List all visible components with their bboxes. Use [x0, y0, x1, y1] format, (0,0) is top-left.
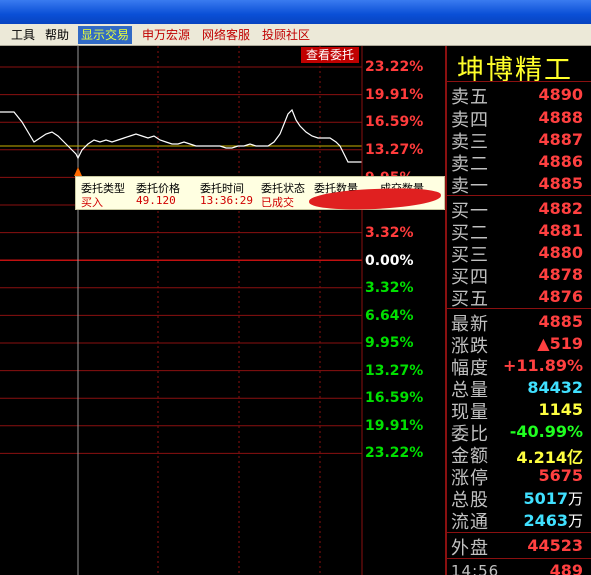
total-volume-value: 84432	[527, 378, 583, 397]
ask-row[interactable]: 卖二 4886	[449, 150, 589, 175]
bid-row[interactable]: 买三 4880	[449, 241, 589, 266]
axis-label: 6.64%	[365, 308, 414, 324]
menu-advisor-community[interactable]: 投顾社区	[259, 26, 313, 44]
axis-label: 19.91%	[365, 418, 424, 434]
total-volume-row: 总量 84432	[449, 376, 589, 401]
outer-disk-row: 外盘 44523	[449, 534, 589, 559]
order-type-value: 买入	[81, 196, 103, 209]
order-tooltip: 委托类型 委托价格 委托时间 委托状态 委托数量 成交数量 买入 49.120 …	[75, 176, 445, 212]
quote-panel: 坤博精工 卖五 4890 卖四 4888 卖三 4887 卖二 4886 卖一 4885 …	[445, 46, 591, 575]
view-orders-button[interactable]: 查看委托	[301, 47, 359, 63]
menu-help[interactable]: 帮助	[42, 26, 72, 44]
outer-disk-value: 44523	[527, 536, 583, 555]
bid-price: 4878	[538, 265, 583, 284]
ask-price: 4885	[538, 174, 583, 193]
tick-time: 14:56	[451, 562, 500, 575]
pct-change-row: 幅度 +11.89%	[449, 354, 589, 379]
current-volume-row: 现量 1145	[449, 398, 589, 423]
total-shares-value: 5017万	[523, 489, 583, 508]
axis-label: 16.59%	[365, 114, 424, 130]
order-status-value: 已成交	[261, 196, 294, 209]
latest-price-row: 最新 4885	[449, 310, 589, 335]
ask-price: 4888	[538, 108, 583, 127]
limit-up-row: 涨停 5675	[449, 464, 589, 489]
intraday-chart[interactable]: 查看委托 23.22% 19.91% 16.59% 13.27% 9.95% 6…	[0, 46, 445, 575]
ask-row[interactable]: 卖一 4885	[449, 172, 589, 197]
axis-label: 13.27%	[365, 363, 424, 379]
axis-label: 3.32%	[365, 280, 414, 296]
window-title-bar	[0, 0, 591, 24]
menu-shenwan-hongyuan[interactable]: 申万宏源	[139, 26, 193, 44]
axis-label: 13.27%	[365, 142, 424, 158]
limit-up-value: 5675	[538, 466, 583, 485]
float-shares-row: 流通 2463万	[449, 508, 589, 533]
tick-row: 14:56 489	[449, 559, 589, 575]
ask-price: 4886	[538, 152, 583, 171]
bid-row[interactable]: 买一 4882	[449, 197, 589, 222]
menu-online-service[interactable]: 网络客服	[199, 26, 253, 44]
axis-label: 16.59%	[365, 390, 424, 406]
order-marker-icon[interactable]	[74, 167, 82, 176]
order-ratio-row: 委比 -40.99%	[449, 420, 589, 445]
bid-row[interactable]: 买二 4881	[449, 219, 589, 244]
axis-label: 23.22%	[365, 59, 424, 75]
axis-label: 23.22%	[365, 445, 424, 461]
amount-row: 金额 4.214亿	[449, 442, 589, 467]
axis-label: 0.00%	[365, 253, 414, 269]
axis-label: 9.95%	[365, 335, 414, 351]
bid-row[interactable]: 买五 4876	[449, 285, 589, 310]
ask-price: 4887	[538, 130, 583, 149]
bid-price: 4876	[538, 287, 583, 306]
menu-tools[interactable]: 工具	[8, 26, 38, 44]
order-time-value: 13:36:29	[200, 194, 253, 207]
bid-row[interactable]: 买四 4878	[449, 263, 589, 288]
current-volume-value: 1145	[538, 400, 583, 419]
ask-row[interactable]: 卖四 4888	[449, 106, 589, 131]
menu-show-trade[interactable]: 显示交易	[78, 26, 133, 44]
tick-price: 489	[549, 561, 583, 575]
change-row: 涨跌 ▲519	[449, 332, 589, 357]
order-ratio-value: -40.99%	[509, 422, 583, 441]
price-line	[0, 108, 362, 163]
ask-row[interactable]: 卖三 4887	[449, 128, 589, 153]
change-value: ▲519	[537, 334, 583, 353]
axis-label: 19.91%	[365, 87, 424, 103]
axis-label: 3.32%	[365, 225, 414, 241]
float-shares-value: 2463万	[523, 511, 583, 530]
menu-bar: 工具 帮助 显示交易 申万宏源 网络客服 投顾社区	[0, 24, 591, 46]
latest-value: 4885	[538, 312, 583, 331]
bid-price: 4882	[538, 199, 583, 218]
ask-price: 4890	[538, 85, 583, 104]
total-shares-row: 总股 5017万	[449, 486, 589, 511]
bid-price: 4880	[538, 243, 583, 262]
float-shares-label: 流通	[451, 512, 489, 533]
outer-disk-label: 外盘	[451, 538, 489, 559]
pct-change-value: +11.89%	[502, 356, 583, 375]
bid-price: 4881	[538, 221, 583, 240]
ask-row[interactable]: 卖五 4890	[449, 83, 589, 108]
order-price-value: 49.120	[136, 194, 176, 207]
